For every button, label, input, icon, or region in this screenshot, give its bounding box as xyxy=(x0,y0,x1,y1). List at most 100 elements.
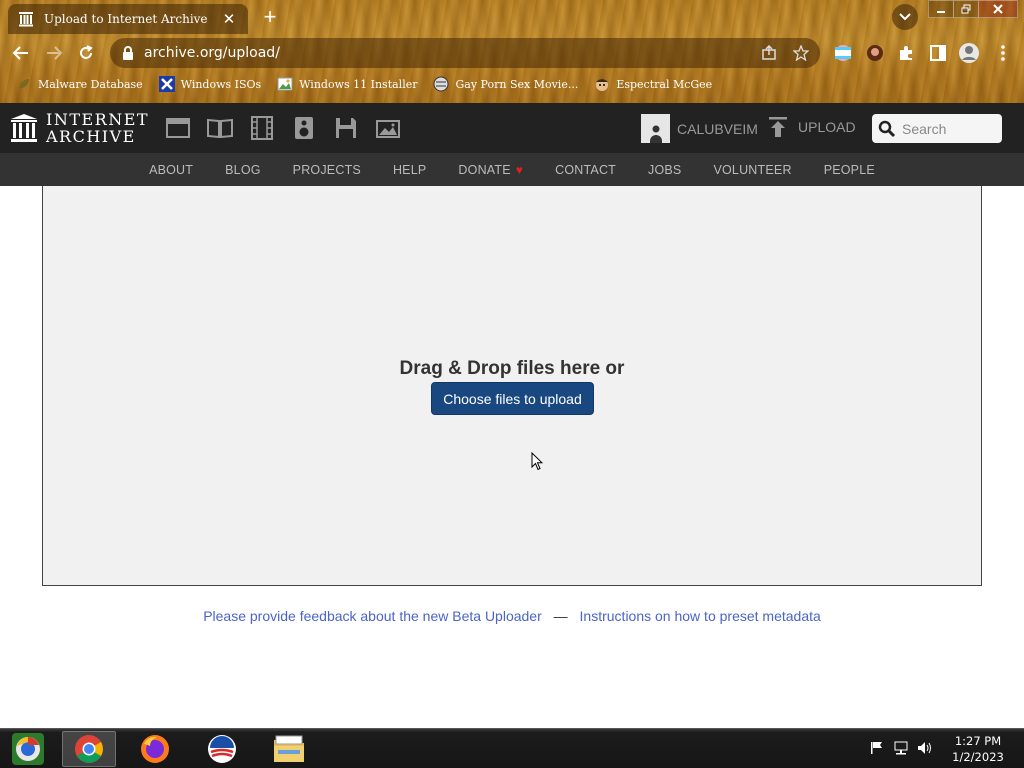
upload-label[interactable]: UPLOAD xyxy=(798,119,856,135)
search-icon[interactable] xyxy=(878,120,896,138)
choose-files-button[interactable]: Choose files to upload xyxy=(431,382,594,415)
start-orb-icon xyxy=(12,733,44,765)
heart-icon: ♥ xyxy=(515,162,524,177)
nav-help[interactable]: HELP xyxy=(393,163,426,177)
ia-secondary-nav: ABOUT BLOG PROJECTS HELP DONATE ♥ CONTAC… xyxy=(0,153,1024,186)
ia-wordmark: INTERNET ARCHIVE xyxy=(46,111,149,145)
upload-arrow-icon xyxy=(769,117,787,137)
bookmark-espectral-mcgee[interactable]: Espectral McGee xyxy=(594,76,712,92)
taskbar-chrome[interactable] xyxy=(62,731,116,767)
x-logo-icon xyxy=(158,76,175,92)
nav-volunteer[interactable]: VOLUNTEER xyxy=(713,163,791,177)
close-window-button[interactable] xyxy=(978,0,1018,18)
bookmark-windows-isos[interactable]: Windows ISOs xyxy=(158,76,262,92)
system-clock[interactable]: 1:27 PM 1/2/2023 xyxy=(946,733,1010,765)
nav-donate-label: DONATE xyxy=(458,162,511,177)
volume-icon[interactable] xyxy=(916,739,934,757)
windows-taskbar: 1:27 PM 1/2/2023 xyxy=(0,728,1024,768)
address-bar[interactable]: archive.org/upload/ xyxy=(110,38,820,68)
wordmark-line1: INTERNET xyxy=(46,110,150,129)
separator: — xyxy=(553,608,568,624)
nav-contact[interactable]: CONTACT xyxy=(555,163,616,177)
nav-jobs[interactable]: JOBS xyxy=(648,163,681,177)
bookmarks-bar: Malware Database Windows ISOs Windows 11… xyxy=(0,72,1024,96)
system-tray xyxy=(868,739,940,757)
web-icon[interactable] xyxy=(165,115,191,141)
images-icon[interactable] xyxy=(375,115,401,141)
forward-button[interactable] xyxy=(41,40,67,66)
lock-icon[interactable] xyxy=(122,46,134,60)
profile-icon[interactable] xyxy=(958,42,980,64)
username[interactable]: CALUBVEIM xyxy=(677,121,758,137)
extension-avatar-icon[interactable] xyxy=(864,42,886,64)
nav-about[interactable]: ABOUT xyxy=(149,163,193,177)
network-icon[interactable] xyxy=(892,739,910,757)
rising-sun-logo-icon xyxy=(208,735,236,763)
media-type-icons xyxy=(165,115,417,141)
browser-toolbar: archive.org/upload/ xyxy=(0,36,1024,70)
reload-icon xyxy=(80,45,93,59)
extension-flag-icon[interactable] xyxy=(832,42,854,64)
browser-chrome: Upload to Internet Archive ✕ + archive.o… xyxy=(0,0,1024,103)
image-page-icon xyxy=(277,76,293,92)
restore-button[interactable] xyxy=(953,0,979,18)
minimize-icon xyxy=(937,11,945,13)
extensions-puzzle-icon[interactable] xyxy=(895,42,917,64)
drop-instructions: Drag & Drop files here or xyxy=(399,358,625,379)
video-icon[interactable] xyxy=(249,115,275,141)
nav-blog[interactable]: BLOG xyxy=(225,163,261,177)
wordmark-line2: ARCHIVE xyxy=(46,127,136,146)
globe-sticker-icon xyxy=(433,76,449,92)
back-arrow-icon xyxy=(12,46,28,60)
start-button[interactable] xyxy=(6,731,50,767)
bookmark-malware-database[interactable]: Malware Database xyxy=(16,76,143,92)
nav-projects[interactable]: PROJECTS xyxy=(293,163,361,177)
user-menu[interactable]: CALUBVEIM xyxy=(641,114,758,143)
audio-icon[interactable] xyxy=(291,115,317,141)
mouse-cursor-icon xyxy=(531,451,544,476)
archive-building-icon xyxy=(11,114,37,142)
browser-tab-active[interactable]: Upload to Internet Archive ✕ xyxy=(8,4,248,34)
forward-arrow-icon xyxy=(47,46,63,60)
close-icon xyxy=(993,4,1003,14)
back-button[interactable] xyxy=(8,40,34,66)
bookmark-windows-11-installer[interactable]: Windows 11 Installer xyxy=(277,76,417,92)
restore-icon xyxy=(961,4,971,14)
user-silhouette-icon xyxy=(649,125,662,143)
ia-logo[interactable]: INTERNET ARCHIVE xyxy=(10,111,149,145)
reload-button[interactable] xyxy=(73,40,99,66)
minimize-button[interactable] xyxy=(928,0,954,18)
bookmark-label: Espectral McGee xyxy=(616,77,713,91)
taskbar-campaign-app[interactable] xyxy=(196,731,248,767)
software-icon[interactable] xyxy=(333,115,359,141)
side-panel-icon[interactable] xyxy=(927,42,949,64)
browser-menu-icon[interactable] xyxy=(992,42,1014,64)
bookmark-gay-porn-sex-movie[interactable]: Gay Porn Sex Movie... xyxy=(433,76,578,92)
share-icon[interactable] xyxy=(760,44,778,62)
search-input[interactable] xyxy=(902,120,1002,137)
face-icon xyxy=(594,76,610,92)
bookmark-label: Windows ISOs xyxy=(180,77,262,91)
clock-date: 1/2/2023 xyxy=(952,750,1004,764)
chrome-icon xyxy=(75,735,103,763)
tab-close-icon[interactable]: ✕ xyxy=(220,10,238,28)
taskbar-file-explorer[interactable] xyxy=(262,731,316,767)
tab-search-button[interactable] xyxy=(892,4,918,30)
preset-metadata-link[interactable]: Instructions on how to preset metadata xyxy=(580,608,821,624)
nav-donate[interactable]: DONATE ♥ xyxy=(458,163,523,177)
new-tab-button[interactable]: + xyxy=(258,6,282,30)
upload-dropzone[interactable]: Drag & Drop files here or Choose files t… xyxy=(42,186,982,586)
tab-title: Upload to Internet Archive xyxy=(44,12,208,26)
beta-feedback-link[interactable]: Please provide feedback about the new Be… xyxy=(203,608,542,624)
url-text[interactable]: archive.org/upload/ xyxy=(144,45,280,61)
nav-people[interactable]: PEOPLE xyxy=(824,163,875,177)
bookmark-label: Gay Porn Sex Movie... xyxy=(455,77,579,91)
action-center-flag-icon[interactable] xyxy=(868,739,886,757)
texts-icon[interactable] xyxy=(207,115,233,141)
firefox-icon xyxy=(141,735,169,763)
search-box[interactable] xyxy=(872,114,1002,143)
bookmark-label: Malware Database xyxy=(38,77,143,91)
upload-link[interactable]: UPLOAD xyxy=(768,116,856,138)
bookmark-star-icon[interactable] xyxy=(792,44,810,62)
taskbar-firefox[interactable] xyxy=(130,731,180,767)
